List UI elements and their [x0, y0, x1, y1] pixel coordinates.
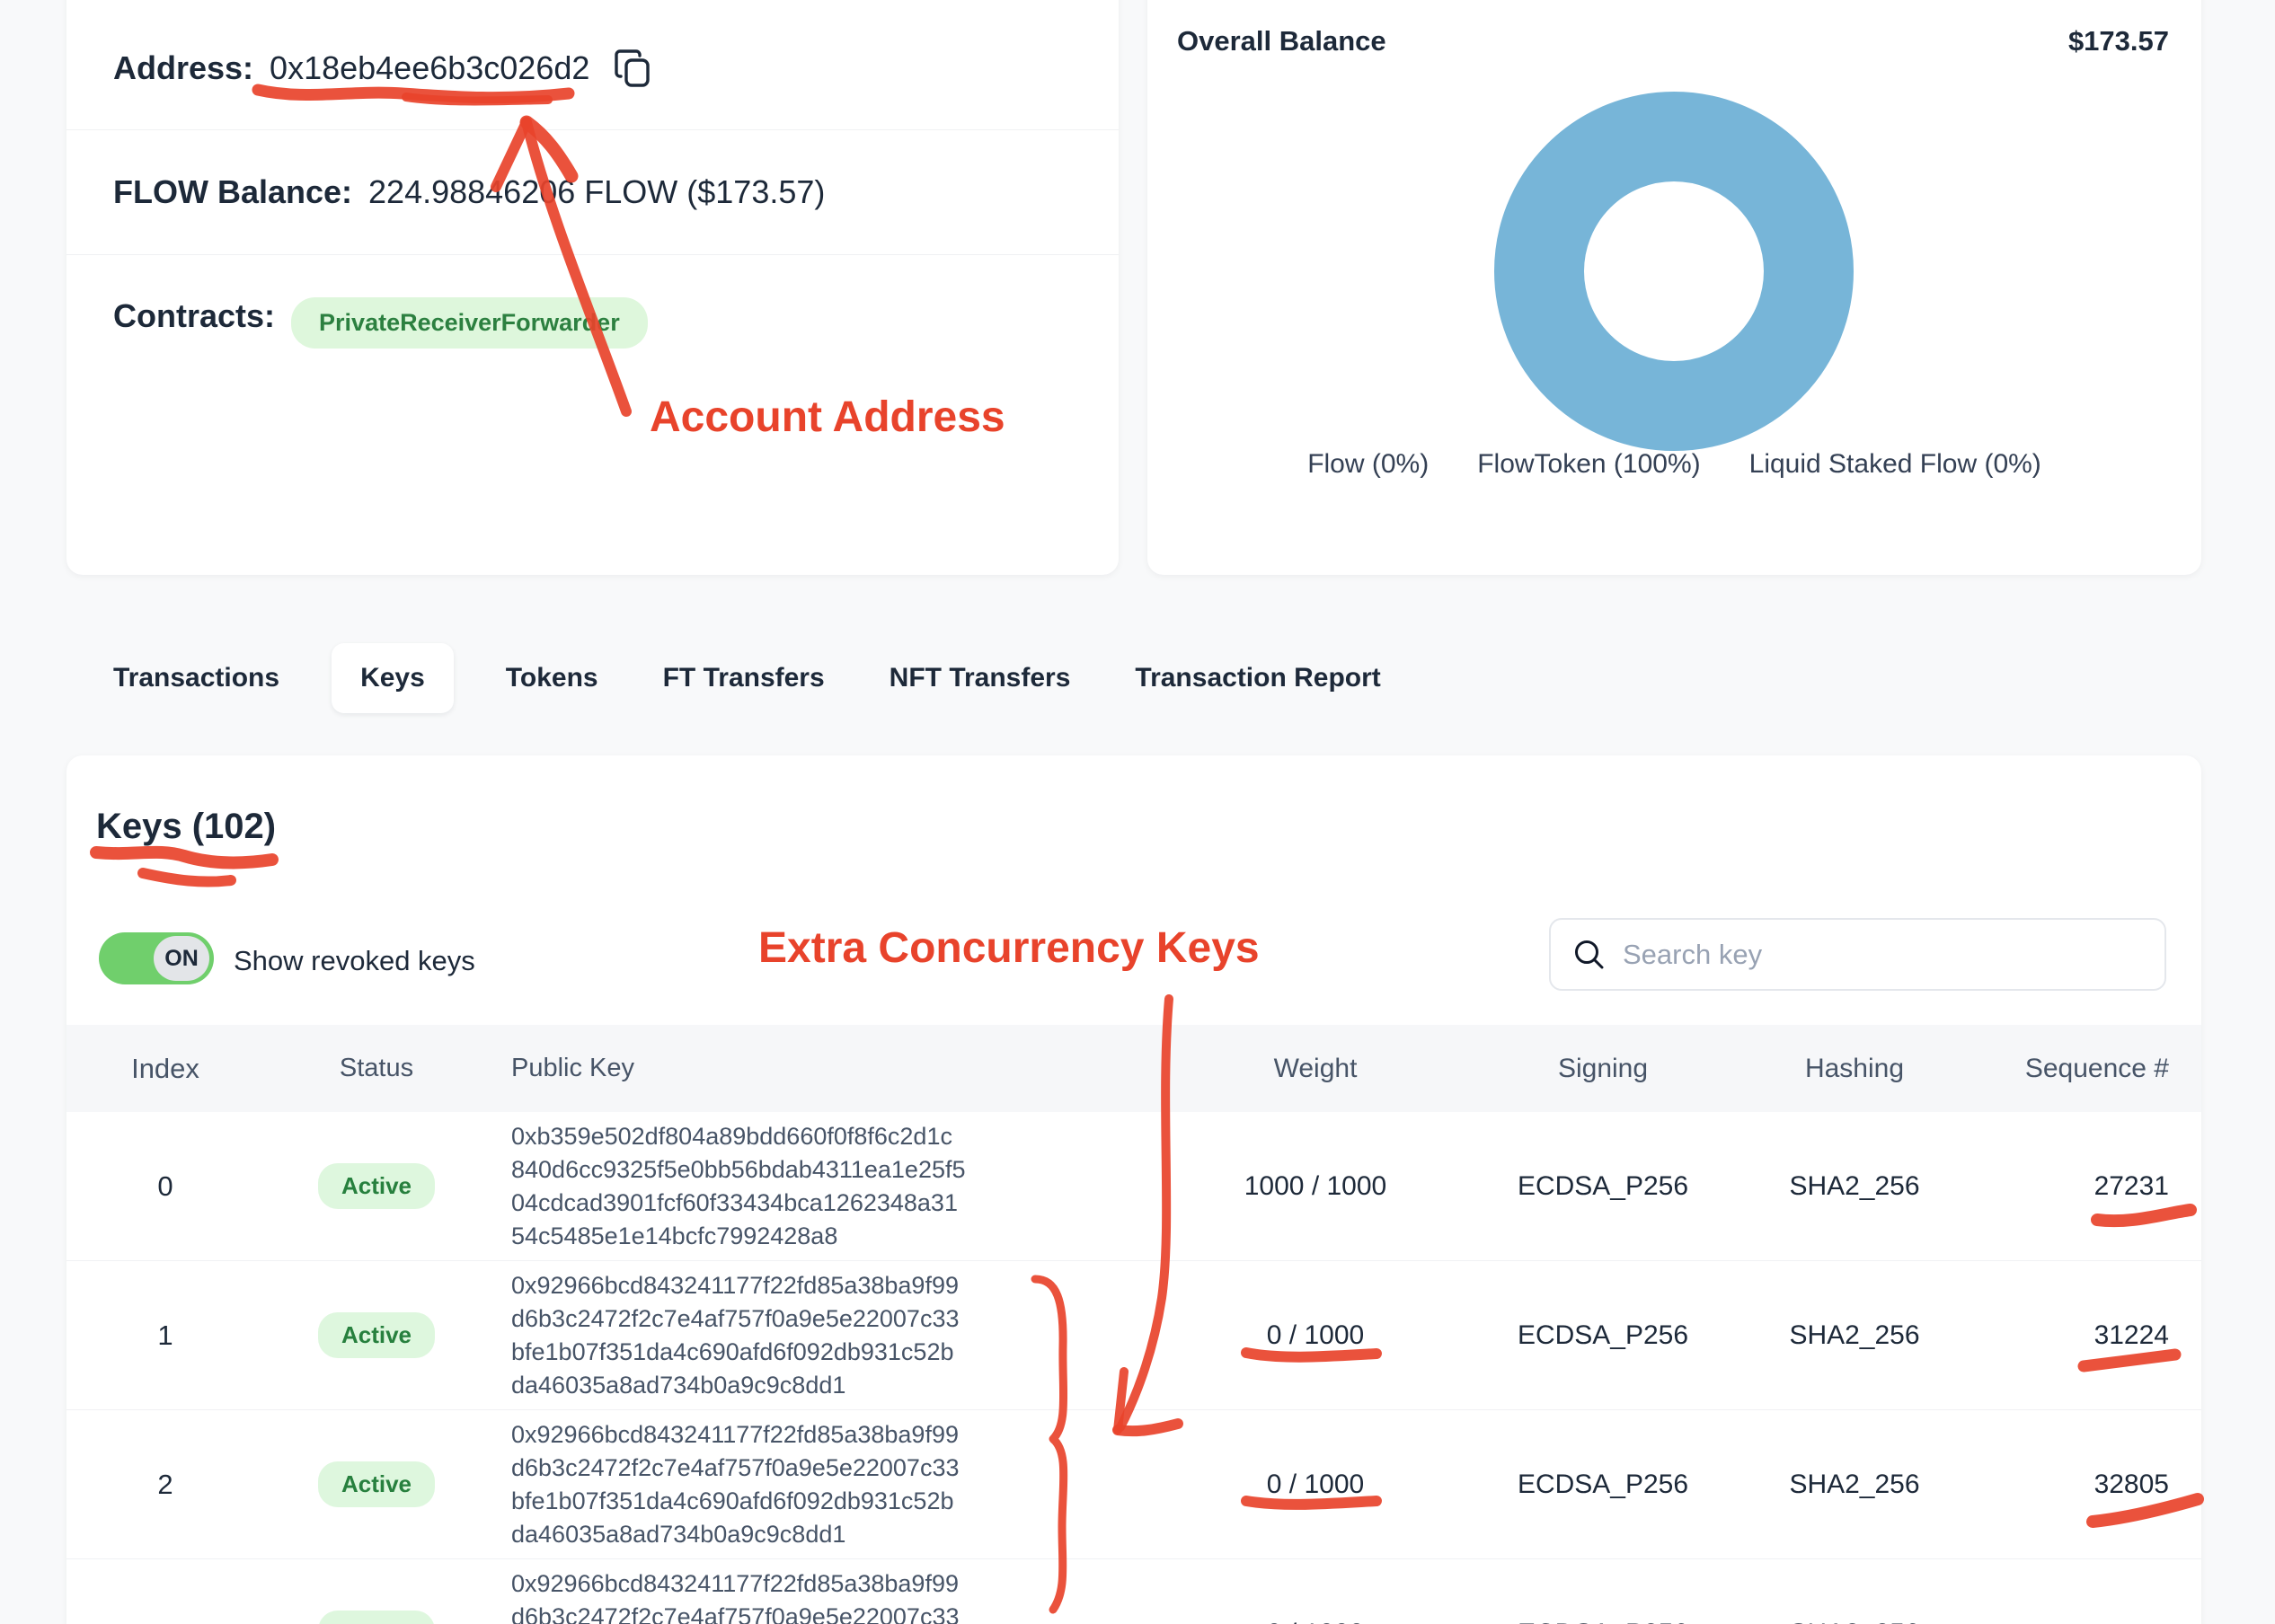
- keys-table: Index Status Public Key Weight Signing H…: [66, 1025, 2201, 1624]
- key-signing: ECDSA_P256: [1477, 1470, 1729, 1500]
- overall-balance-card: Overall Balance $173.57 Flow (0%) FlowTok…: [1147, 0, 2201, 575]
- toggle-knob: ON: [154, 936, 209, 981]
- key-sequence: 27231: [1980, 1171, 2201, 1202]
- col-header-hashing: Hashing: [1729, 1054, 1980, 1084]
- copy-icon: [613, 47, 654, 90]
- public-key: 0x92966bcd843241177f22fd85a38ba9f99d6b3c…: [489, 1567, 1154, 1624]
- col-header-index: Index: [66, 1053, 264, 1085]
- copy-address-button[interactable]: [613, 47, 654, 90]
- address-value: 0x18eb4ee6b3c026d2: [270, 49, 589, 87]
- contracts-row: Contracts: PrivateReceiverForwarder: [66, 255, 1119, 575]
- status-badge: Active: [318, 1461, 435, 1507]
- balance-card-title: Overall Balance: [1177, 25, 1386, 57]
- address-label: Address:: [113, 49, 253, 87]
- donut-ring: [1539, 137, 1809, 406]
- tab-transactions[interactable]: Transactions: [113, 663, 279, 693]
- key-weight: 0 / 1000: [1154, 1320, 1477, 1351]
- tab-tokens[interactable]: Tokens: [506, 663, 598, 693]
- tab-nft-transfers[interactable]: NFT Transfers: [890, 663, 1071, 693]
- public-key: 0x92966bcd843241177f22fd85a38ba9f99d6b3c…: [489, 1269, 1154, 1402]
- legend-item: Flow (0%): [1307, 449, 1429, 480]
- search-icon: [1572, 938, 1607, 972]
- key-index: 1: [66, 1320, 264, 1352]
- table-row: Active 0x92966bcd843241177f22fd85a38ba9f…: [66, 1559, 2201, 1624]
- key-weight: 0 / 1000: [1154, 1619, 1477, 1624]
- show-revoked-keys-toggle[interactable]: ON: [99, 932, 214, 984]
- key-search-box[interactable]: [1549, 918, 2166, 991]
- status-badge: Active: [318, 1611, 435, 1624]
- legend-item: Liquid Staked Flow (0%): [1749, 449, 2041, 480]
- account-tabs: Transactions Keys Tokens FT Transfers NFT Tr…: [113, 640, 1381, 717]
- key-sequence: 31224: [1980, 1320, 2201, 1351]
- search-input[interactable]: [1623, 939, 2126, 971]
- flow-balance-label: FLOW Balance:: [113, 173, 352, 211]
- key-hashing: SHA2_256: [1729, 1470, 1980, 1500]
- keys-table-header: Index Status Public Key Weight Signing H…: [66, 1025, 2201, 1112]
- col-header-status: Status: [264, 1054, 489, 1083]
- tab-transaction-report[interactable]: Transaction Report: [1135, 663, 1380, 693]
- key-signing: ECDSA_P256: [1477, 1619, 1729, 1624]
- show-revoked-keys-label: Show revoked keys: [234, 945, 475, 977]
- tab-keys[interactable]: Keys: [332, 643, 454, 713]
- key-weight: 1000 / 1000: [1154, 1171, 1477, 1202]
- col-header-public-key: Public Key: [489, 1052, 1154, 1085]
- table-row: 2 Active 0x92966bcd843241177f22fd85a38ba…: [66, 1410, 2201, 1559]
- legend-item: FlowToken (100%): [1477, 449, 1700, 480]
- key-index: 0: [66, 1170, 264, 1203]
- contracts-label: Contracts:: [113, 297, 275, 335]
- balance-donut-chart: [1485, 83, 1863, 460]
- key-hashing: SHA2_256: [1729, 1619, 1980, 1624]
- flow-balance-value: 224.98846206 FLOW ($173.57): [368, 173, 825, 211]
- col-header-weight: Weight: [1154, 1054, 1477, 1084]
- tab-ft-transfers[interactable]: FT Transfers: [663, 663, 825, 693]
- balance-card-header: Overall Balance $173.57: [1147, 0, 2201, 57]
- flow-balance-row: FLOW Balance: 224.98846206 FLOW ($173.57…: [66, 130, 1119, 255]
- keys-card: Keys (102) ON Show revoked keys Index St…: [66, 755, 2201, 1624]
- balance-total: $173.57: [2068, 25, 2169, 57]
- donut-legend: Flow (0%) FlowToken (100%) Liquid Staked F…: [1147, 449, 2201, 480]
- col-header-signing: Signing: [1477, 1054, 1729, 1084]
- status-badge: Active: [318, 1312, 435, 1358]
- table-row: 0 Active 0xb359e502df804a89bdd660f0f8f6c…: [66, 1112, 2201, 1261]
- account-summary-card: Address: 0x18eb4ee6b3c026d2 FLOW Balance…: [66, 0, 1119, 575]
- key-signing: ECDSA_P256: [1477, 1320, 1729, 1351]
- key-signing: ECDSA_P256: [1477, 1171, 1729, 1202]
- key-hashing: SHA2_256: [1729, 1171, 1980, 1202]
- key-index: 2: [66, 1469, 264, 1501]
- contract-chip[interactable]: PrivateReceiverForwarder: [291, 297, 648, 349]
- public-key: 0xb359e502df804a89bdd660f0f8f6c2d1c840d6…: [489, 1120, 1154, 1253]
- table-row: 1 Active 0x92966bcd843241177f22fd85a38ba…: [66, 1261, 2201, 1410]
- key-weight: 0 / 1000: [1154, 1470, 1477, 1500]
- key-hashing: SHA2_256: [1729, 1320, 1980, 1351]
- col-header-sequence: Sequence #: [1980, 1054, 2201, 1084]
- public-key: 0x92966bcd843241177f22fd85a38ba9f99d6b3c…: [489, 1418, 1154, 1551]
- key-sequence: 32805: [1980, 1470, 2201, 1500]
- status-badge: Active: [318, 1163, 435, 1209]
- keys-section-title: Keys (102): [96, 807, 276, 847]
- keys-table-body: 0 Active 0xb359e502df804a89bdd660f0f8f6c…: [66, 1112, 2201, 1624]
- address-row: Address: 0x18eb4ee6b3c026d2: [66, 0, 1119, 130]
